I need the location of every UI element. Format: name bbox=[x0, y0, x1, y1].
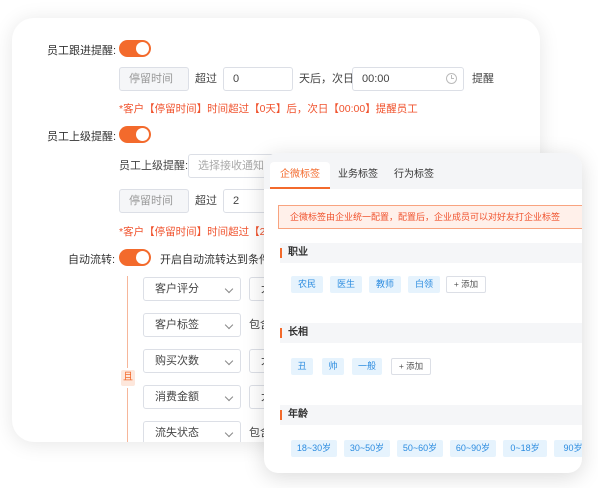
follow-time-value: 00:00 bbox=[362, 73, 390, 85]
group-title: 职业 bbox=[288, 247, 308, 258]
tag-chip[interactable]: 丑 bbox=[291, 358, 313, 375]
follow-stay-time-select[interactable]: 停留时间 bbox=[119, 67, 189, 91]
superior-reminder-toggle[interactable] bbox=[119, 126, 151, 143]
condition-field-select[interactable]: 客户评分 bbox=[143, 277, 241, 301]
group-accent-bar bbox=[280, 328, 282, 338]
tab-label: 企微标签 bbox=[280, 169, 320, 180]
auto-flow-toggle[interactable] bbox=[119, 249, 151, 266]
condition-field-value: 购买次数 bbox=[155, 355, 199, 367]
follow-remind-text: 提醒 bbox=[472, 73, 494, 85]
chevron-down-icon bbox=[224, 320, 234, 330]
tag-chip[interactable]: 教师 bbox=[369, 276, 401, 293]
condition-field-select[interactable]: 客户标签 bbox=[143, 313, 241, 337]
tag-chip[interactable]: 90岁 bbox=[554, 440, 582, 457]
tab-behavior-tags[interactable]: 行为标签 bbox=[386, 162, 442, 189]
group-accent-bar bbox=[280, 410, 282, 420]
follow-exceeds-text: 超过 bbox=[195, 73, 217, 85]
tag-tabs: 企微标签 业务标签 行为标签 bbox=[264, 153, 582, 189]
auto-flow-label: 自动流转: bbox=[68, 254, 116, 266]
tag-chip[interactable]: 一般 bbox=[352, 358, 382, 375]
chevron-down-icon bbox=[224, 284, 234, 294]
tag-chip[interactable]: 30~50岁 bbox=[344, 440, 390, 457]
add-tag-button[interactable]: + 添加 bbox=[446, 276, 486, 293]
tag-notice-banner: 企微标签由企业统一配置，配置后，企业成员可以对好友打企业标签 bbox=[278, 205, 582, 229]
tag-panel-card: 企微标签 业务标签 行为标签 企微标签由企业统一配置，配置后，企业成员可以对好友… bbox=[264, 153, 582, 473]
tag-chip[interactable]: 60~90岁 bbox=[450, 440, 496, 457]
follow-days-after-text: 天后，次日 bbox=[299, 73, 354, 85]
follow-time-picker[interactable]: 00:00 bbox=[352, 67, 464, 91]
chevron-down-icon bbox=[224, 392, 234, 402]
tag-chip[interactable]: 帅 bbox=[322, 358, 344, 375]
and-badge: 且 bbox=[121, 370, 135, 386]
follow-warning-text: *客户【停留时间】时间超过【0天】后，次日【00:00】提醒员工 bbox=[119, 103, 418, 115]
tab-business-tags[interactable]: 业务标签 bbox=[330, 162, 386, 189]
tag-chip[interactable]: 医生 bbox=[330, 276, 362, 293]
tag-chip[interactable]: 18~30岁 bbox=[291, 440, 337, 457]
tab-wecom-tags[interactable]: 企微标签 bbox=[270, 162, 330, 189]
group-title: 年龄 bbox=[288, 409, 308, 420]
tag-group-header: 职业 bbox=[280, 243, 582, 263]
chevron-down-icon bbox=[224, 428, 234, 438]
auto-flow-description: 开启自动流转达到条件的 bbox=[160, 254, 281, 266]
clock-icon bbox=[446, 73, 457, 84]
group-title: 长相 bbox=[288, 327, 308, 338]
chevron-down-icon bbox=[224, 356, 234, 366]
tag-group-header: 长相 bbox=[280, 323, 582, 343]
follow-reminder-label: 员工跟进提醒: bbox=[47, 45, 117, 57]
tag-chip[interactable]: 农民 bbox=[291, 276, 323, 293]
superior-reminder-label: 员工上级提醒: bbox=[47, 131, 117, 143]
superior-exceeds-text: 超过 bbox=[195, 195, 217, 207]
condition-field-value: 流失状态 bbox=[155, 427, 199, 439]
follow-reminder-toggle[interactable] bbox=[119, 40, 151, 57]
condition-field-select[interactable]: 购买次数 bbox=[143, 349, 241, 373]
superior-warning-text: *客户【停留时间】时间超过【2天 bbox=[119, 226, 276, 238]
condition-bracket-bottom bbox=[127, 388, 128, 442]
active-tab-underline bbox=[270, 187, 330, 189]
group-accent-bar bbox=[280, 248, 282, 258]
tag-chip[interactable]: 白领 bbox=[408, 276, 440, 293]
condition-field-select[interactable]: 消费金额 bbox=[143, 385, 241, 409]
add-tag-button[interactable]: + 添加 bbox=[391, 358, 431, 375]
superior-stay-time-select[interactable]: 停留时间 bbox=[119, 189, 189, 213]
condition-field-value: 客户标签 bbox=[155, 319, 199, 331]
condition-field-select[interactable]: 流失状态 bbox=[143, 421, 241, 442]
condition-field-value: 消费金额 bbox=[155, 391, 199, 403]
tag-group-header: 年龄 bbox=[280, 405, 582, 425]
superior-sublabel: 员工上级提醒: bbox=[119, 160, 189, 172]
tag-chip[interactable]: 50~60岁 bbox=[397, 440, 443, 457]
tag-chip[interactable]: 0~18岁 bbox=[503, 440, 547, 457]
condition-field-value: 客户评分 bbox=[155, 283, 199, 295]
condition-bracket-top bbox=[127, 276, 128, 368]
follow-days-input[interactable]: 0 bbox=[223, 67, 293, 91]
